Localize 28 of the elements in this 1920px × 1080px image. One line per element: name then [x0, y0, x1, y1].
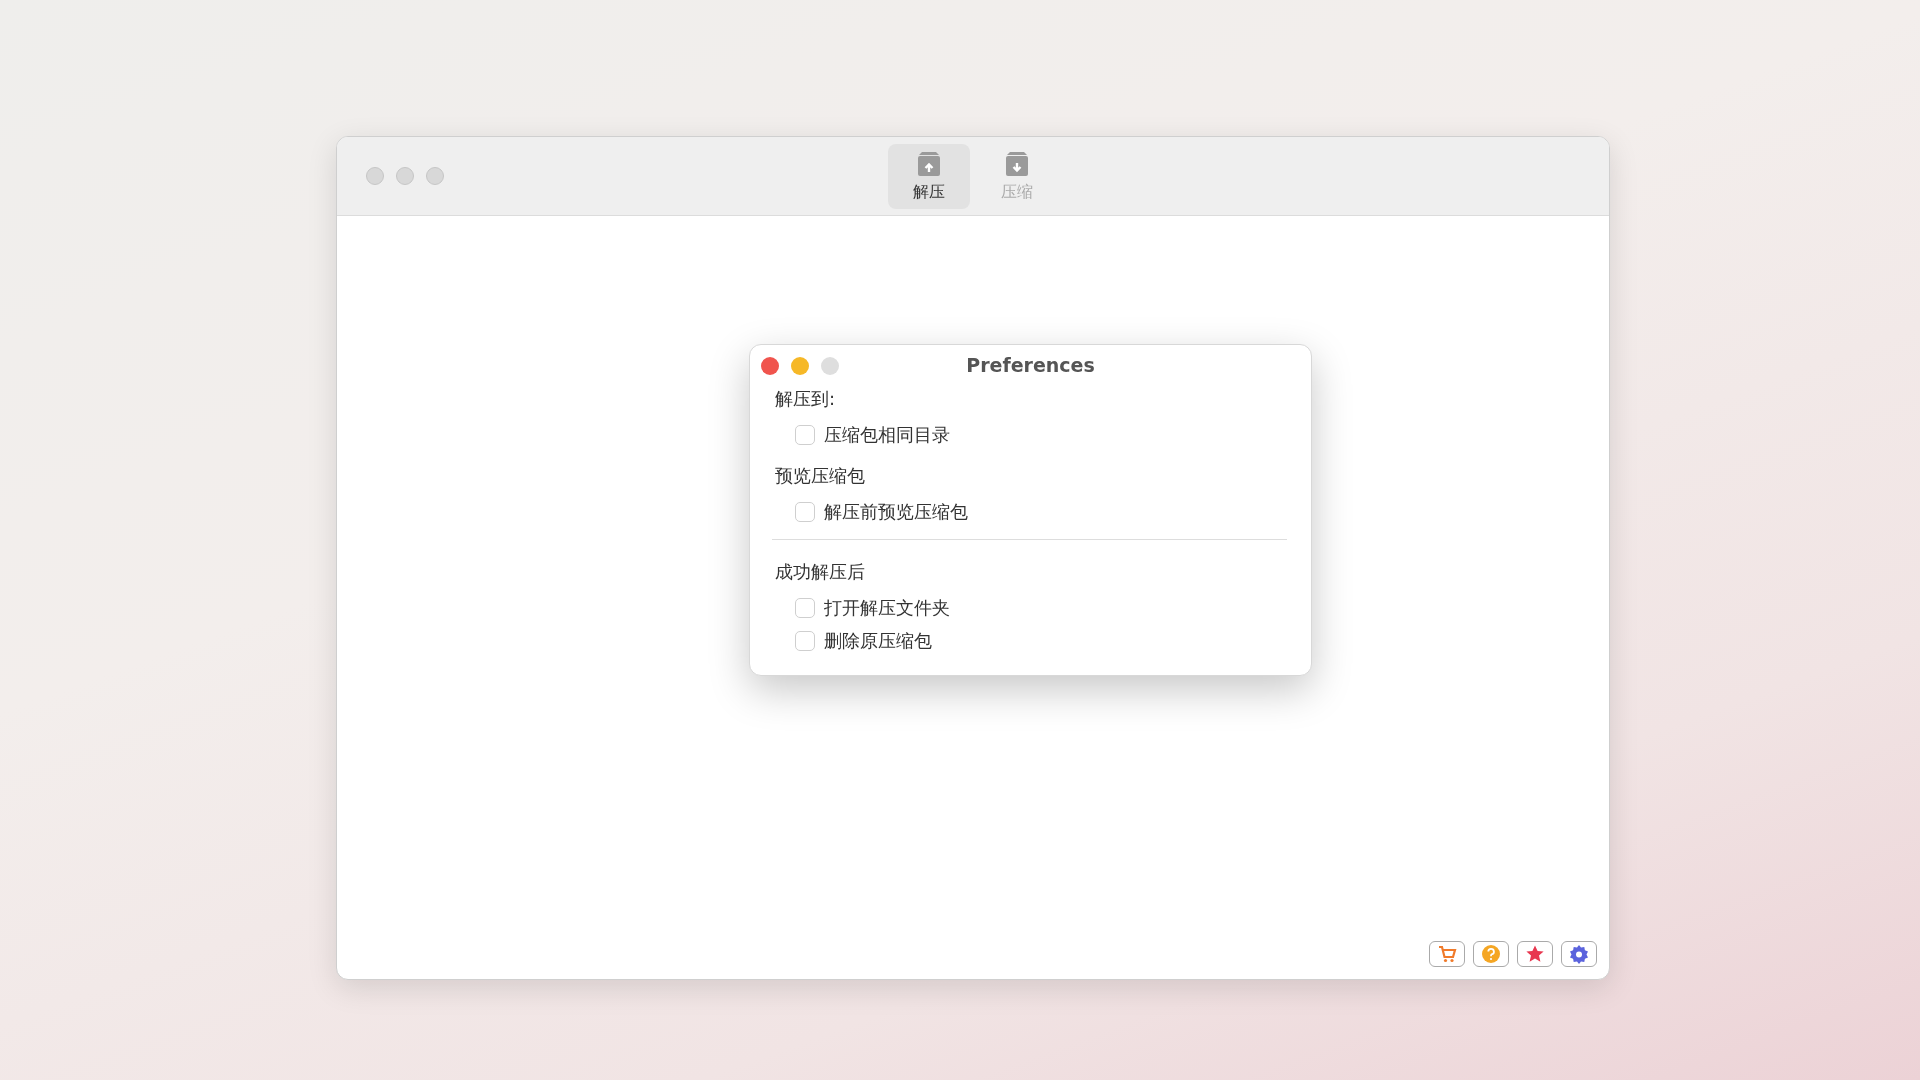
- group-heading: 成功解压后: [775, 560, 866, 584]
- box-down-arrow-icon: [1004, 150, 1030, 178]
- close-button[interactable]: [366, 167, 384, 185]
- cart-icon: [1437, 944, 1457, 964]
- box-up-arrow-icon: [916, 150, 942, 178]
- checkbox[interactable]: [795, 501, 815, 522]
- gear-icon: [1569, 944, 1589, 964]
- group-heading: 解压到:: [775, 387, 837, 411]
- checkbox-label: 删除原压缩包: [824, 629, 932, 653]
- star-icon: [1525, 944, 1545, 964]
- minimize-button[interactable]: [396, 167, 414, 185]
- settings-button[interactable]: [1561, 941, 1597, 967]
- star-button[interactable]: [1517, 941, 1553, 967]
- group-heading: 预览压缩包: [775, 464, 866, 488]
- help-icon: [1481, 944, 1501, 964]
- checkbox[interactable]: [795, 424, 815, 445]
- checkbox[interactable]: [795, 630, 815, 651]
- toolbar-tab[interactable]: 解压: [888, 144, 970, 209]
- checkbox-label: 打开解压文件夹: [824, 596, 950, 620]
- cart-button[interactable]: [1429, 941, 1465, 967]
- minimize-button[interactable]: [791, 357, 809, 375]
- close-button[interactable]: [761, 357, 779, 375]
- checkbox-label: 压缩包相同目录: [824, 423, 950, 447]
- checkbox-label: 解压前预览压缩包: [824, 500, 968, 524]
- zoom-button[interactable]: [426, 167, 444, 185]
- checkbox[interactable]: [795, 597, 815, 618]
- dialog-title: Preferences: [966, 353, 1095, 378]
- help-button[interactable]: [1473, 941, 1509, 967]
